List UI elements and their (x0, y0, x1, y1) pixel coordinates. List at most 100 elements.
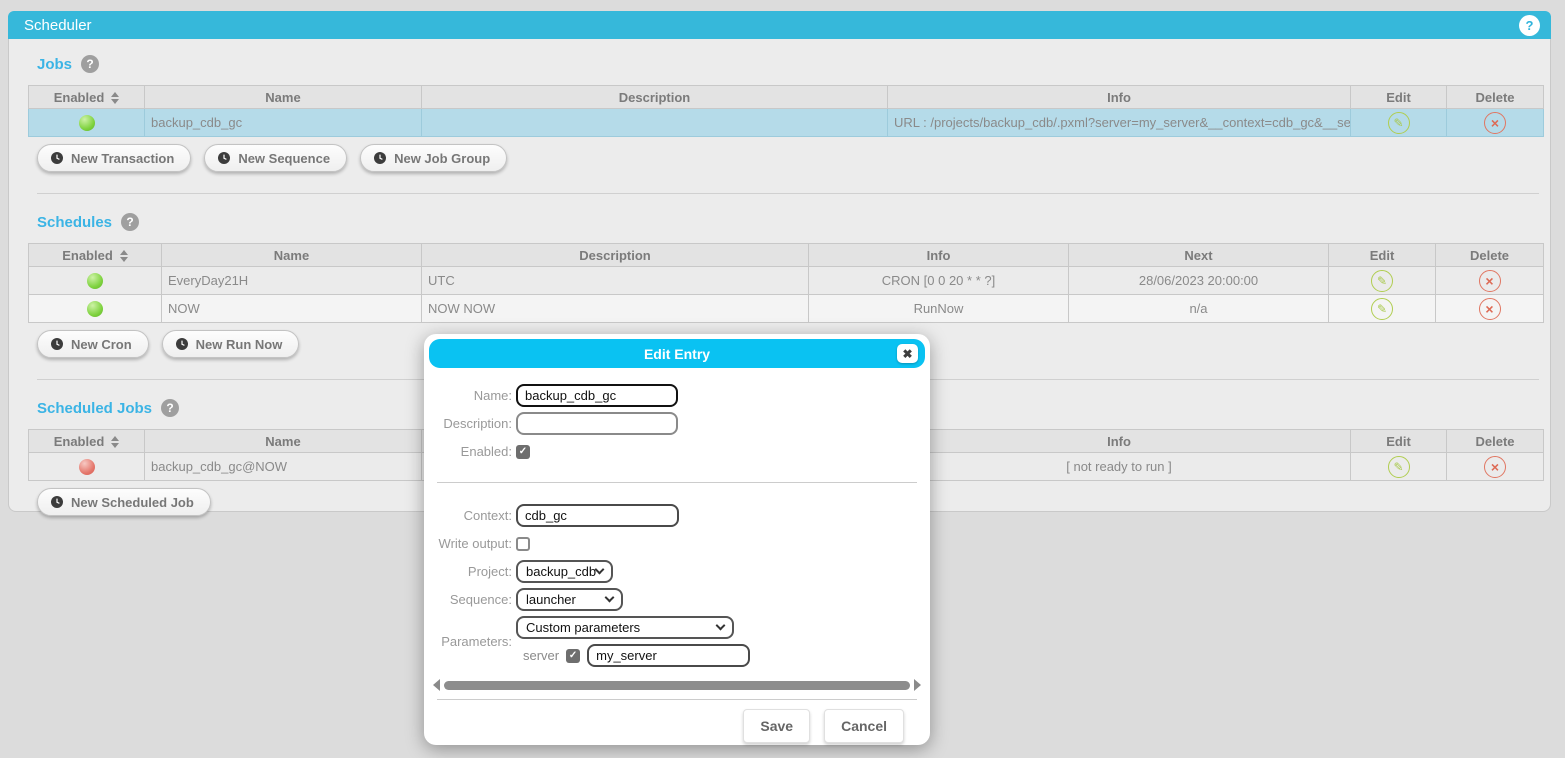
edit-job-button[interactable]: ✎ (1388, 112, 1410, 134)
name-input[interactable] (516, 384, 678, 407)
sort-icon (111, 92, 119, 104)
scheduled-jobs-col-enabled[interactable]: Enabled (29, 430, 145, 453)
next-cell: n/a (1069, 295, 1329, 323)
scheduled-jobs-col-name: Name (145, 430, 422, 453)
scheduled-jobs-help-icon[interactable]: ? (161, 399, 179, 417)
dialog-footer: Save Cancel (424, 700, 930, 743)
server-param-label: server (523, 648, 559, 663)
clock-icon (51, 496, 63, 508)
description-cell: UTC (422, 267, 809, 295)
parameters-controls: Custom parameters server ✓ (516, 616, 750, 667)
sequence-label: Sequence: (424, 592, 512, 607)
parameters-label: Parameters: (424, 634, 512, 649)
enabled-led-green (87, 273, 103, 289)
delete-cell: × (1436, 267, 1544, 295)
enabled-checkbox[interactable]: ✓ (516, 445, 530, 459)
cancel-button[interactable]: Cancel (824, 709, 904, 743)
project-row: Project: backup_cdb (424, 560, 930, 583)
server-param-input[interactable] (587, 644, 750, 667)
jobs-row-backup-cdb-gc[interactable]: backup_cdb_gc URL : /projects/backup_cdb… (29, 109, 1544, 137)
name-cell: backup_cdb_gc@NOW (145, 453, 422, 481)
button-label: New Sequence (238, 151, 330, 166)
pencil-icon: ✎ (1393, 116, 1403, 130)
name-cell: NOW (162, 295, 422, 323)
write-output-row: Write output: (424, 532, 930, 555)
edit-cell: ✎ (1329, 267, 1436, 295)
new-sequence-button[interactable]: New Sequence (204, 144, 347, 172)
enabled-led-red (79, 459, 95, 475)
schedules-col-description: Description (422, 244, 809, 267)
edit-schedule-button[interactable]: ✎ (1371, 298, 1393, 320)
scheduler-page: Scheduler ? Jobs ? Enabled Name Descript… (0, 0, 1565, 758)
context-input[interactable] (516, 504, 679, 527)
close-icon: ✖ (902, 347, 912, 361)
check-icon: ✓ (569, 650, 577, 661)
new-transaction-button[interactable]: New Transaction (37, 144, 191, 172)
info-cell: RunNow (809, 295, 1069, 323)
save-button[interactable]: Save (743, 709, 810, 743)
schedules-col-enabled[interactable]: Enabled (29, 244, 162, 267)
spacer (424, 468, 930, 482)
spacer (424, 483, 930, 499)
jobs-col-enabled[interactable]: Enabled (29, 86, 145, 109)
schedules-row-everyday21h[interactable]: EveryDay21H UTC CRON [0 0 20 * * ?] 28/0… (29, 267, 1544, 295)
parameters-mode-select[interactable]: Custom parameters (516, 616, 734, 639)
delete-cell: × (1447, 453, 1544, 481)
new-scheduled-job-button[interactable]: New Scheduled Job (37, 488, 211, 516)
dialog-header: Edit Entry ✖ (429, 339, 925, 368)
delete-job-button[interactable]: × (1484, 112, 1506, 134)
write-output-label: Write output: (424, 536, 512, 551)
new-cron-button[interactable]: New Cron (37, 330, 149, 358)
sequence-select[interactable]: launcher (516, 588, 623, 611)
scroll-left-arrow-icon[interactable] (433, 679, 440, 691)
next-cell: 28/06/2023 20:00:00 (1069, 267, 1329, 295)
new-job-group-button[interactable]: New Job Group (360, 144, 507, 172)
panel-header: Scheduler ? (8, 11, 1551, 39)
delete-schedule-button[interactable]: × (1479, 270, 1501, 292)
scrollbar-thumb[interactable] (444, 681, 910, 690)
name-cell: backup_cdb_gc (145, 109, 422, 137)
schedules-row-now[interactable]: NOW NOW NOW RunNow n/a ✎ × (29, 295, 1544, 323)
jobs-table: Enabled Name Description Info Edit Delet… (28, 85, 1544, 137)
schedules-section-head: Schedules ? (37, 213, 1541, 231)
delete-scheduled-job-button[interactable]: × (1484, 456, 1506, 478)
schedules-col-info: Info (809, 244, 1069, 267)
new-run-now-button[interactable]: New Run Now (162, 330, 300, 358)
col-label: Enabled (54, 90, 105, 105)
help-icon[interactable]: ? (1519, 15, 1540, 36)
name-cell: EveryDay21H (162, 267, 422, 295)
button-label: New Job Group (394, 151, 490, 166)
dialog-body: Name: Description: Enabled: ✓ Context: W… (424, 373, 930, 743)
parameters-row: Parameters: Custom parameters server ✓ (424, 616, 930, 667)
delete-schedule-button[interactable]: × (1479, 298, 1501, 320)
edit-scheduled-job-button[interactable]: ✎ (1388, 456, 1410, 478)
clock-icon (51, 152, 63, 164)
scheduled-jobs-section-title: Scheduled Jobs (37, 400, 152, 417)
description-input[interactable] (516, 412, 678, 435)
edit-schedule-button[interactable]: ✎ (1371, 270, 1393, 292)
edit-cell: ✎ (1351, 453, 1447, 481)
x-circle-icon: × (1491, 115, 1499, 131)
write-output-checkbox[interactable] (516, 537, 530, 551)
project-select[interactable]: backup_cdb (516, 560, 613, 583)
scheduled-jobs-col-delete: Delete (1447, 430, 1544, 453)
info-cell: URL : /projects/backup_cdb/.pxml?server=… (888, 109, 1351, 137)
jobs-buttons: New Transaction New Sequence New Job Gro… (37, 144, 1541, 172)
schedules-col-next: Next (1069, 244, 1329, 267)
col-label: Enabled (54, 434, 105, 449)
server-param-checkbox[interactable]: ✓ (566, 649, 580, 663)
name-label: Name: (424, 388, 512, 403)
close-button[interactable]: ✖ (897, 344, 918, 363)
jobs-help-icon[interactable]: ? (81, 55, 99, 73)
schedules-help-icon[interactable]: ? (121, 213, 139, 231)
delete-cell: × (1436, 295, 1544, 323)
section-divider (37, 193, 1539, 194)
schedules-header-row: Enabled Name Description Info Next Edit … (29, 244, 1544, 267)
enabled-led-green (79, 115, 95, 131)
jobs-col-name: Name (145, 86, 422, 109)
jobs-header-row: Enabled Name Description Info Edit Delet… (29, 86, 1544, 109)
scroll-right-arrow-icon[interactable] (914, 679, 921, 691)
context-label: Context: (424, 508, 512, 523)
sort-icon (111, 436, 119, 448)
schedules-section-title: Schedules (37, 214, 112, 231)
